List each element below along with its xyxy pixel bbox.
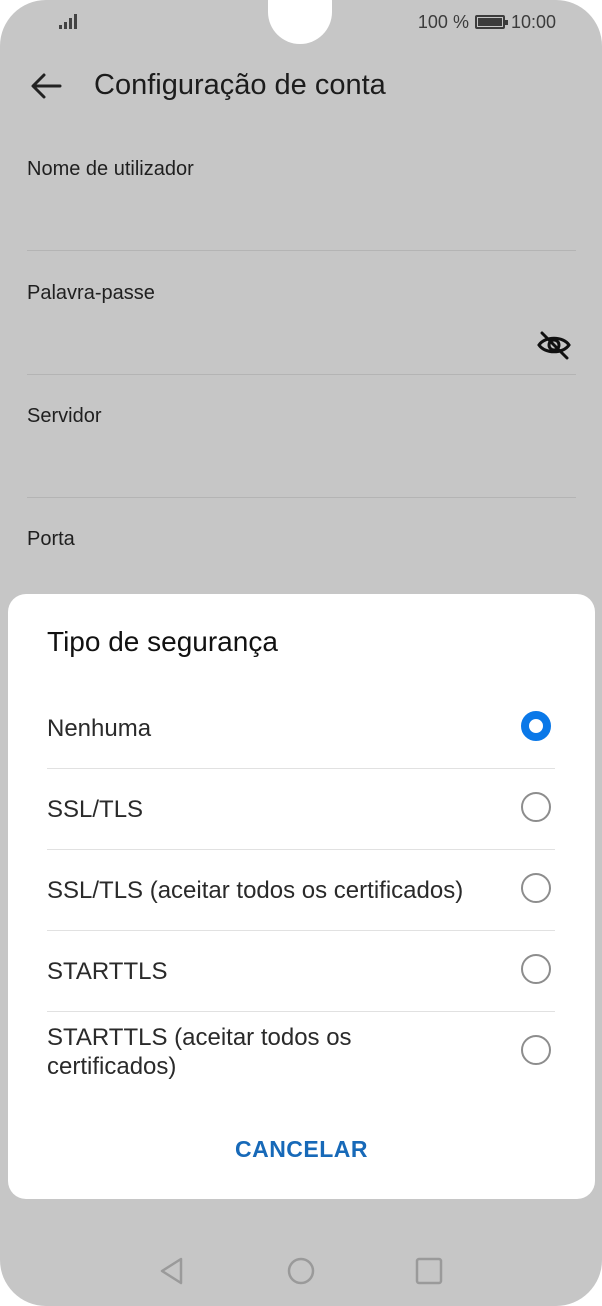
username-field[interactable]: Nome de utilizador [27,126,576,251]
signal-icon [59,14,77,29]
port-label: Porta [27,528,75,550]
radio-unselected[interactable] [521,873,551,903]
server-field[interactable]: Servidor [27,373,576,498]
radio-selected[interactable] [521,711,551,741]
dialog-title: Tipo de segurança [47,626,278,657]
option-label: Nenhuma [47,714,152,742]
option-label: SSL/TLS (aceitar todos os certificados) [47,876,464,904]
radio-unselected[interactable] [521,792,551,822]
status-time: 10:00 [510,11,556,32]
page-title: Configuração de conta [94,69,386,101]
nav-back-icon[interactable] [157,1256,187,1286]
app-bar: Configuração de conta [0,44,602,126]
navigation-bar [0,1242,602,1302]
status-right: 100 % 10:00 [418,11,556,33]
back-arrow-icon[interactable] [26,66,66,106]
option-ssl-tls-all-certs[interactable]: SSL/TLS (aceitar todos os certificados) [47,850,555,931]
radio-unselected[interactable] [521,954,551,984]
option-label: STARTTLS [47,957,168,985]
option-starttls-all-certs[interactable]: STARTTLS (aceitar todos os certificados) [47,1012,555,1092]
option-starttls[interactable]: STARTTLS [47,931,555,1012]
battery-icon [474,15,508,29]
nav-recents-icon[interactable] [414,1256,444,1286]
option-label: SSL/TLS [47,795,144,823]
option-nenhuma[interactable]: Nenhuma [47,688,555,769]
option-ssl-tls[interactable]: SSL/TLS [47,769,555,850]
username-label: Nome de utilizador [27,158,194,180]
eye-off-icon[interactable] [536,330,572,360]
cancel-button[interactable]: CANCELAR [8,1136,595,1163]
option-label: STARTTLS (aceitar todos os certificados) [47,1024,352,1080]
nav-home-icon[interactable] [286,1256,316,1286]
password-field[interactable]: Palavra-passe [27,250,576,375]
radio-unselected[interactable] [521,1035,551,1065]
battery-percent: 100 % [417,11,469,32]
server-label: Servidor [27,405,102,427]
phone-screen: 100 % 10:00 Configuração de conta Nome d… [0,0,602,1306]
security-type-dialog: Tipo de segurança Nenhuma SSL/TLS SSL/TL… [8,594,595,1199]
password-label: Palavra-passe [27,282,155,304]
